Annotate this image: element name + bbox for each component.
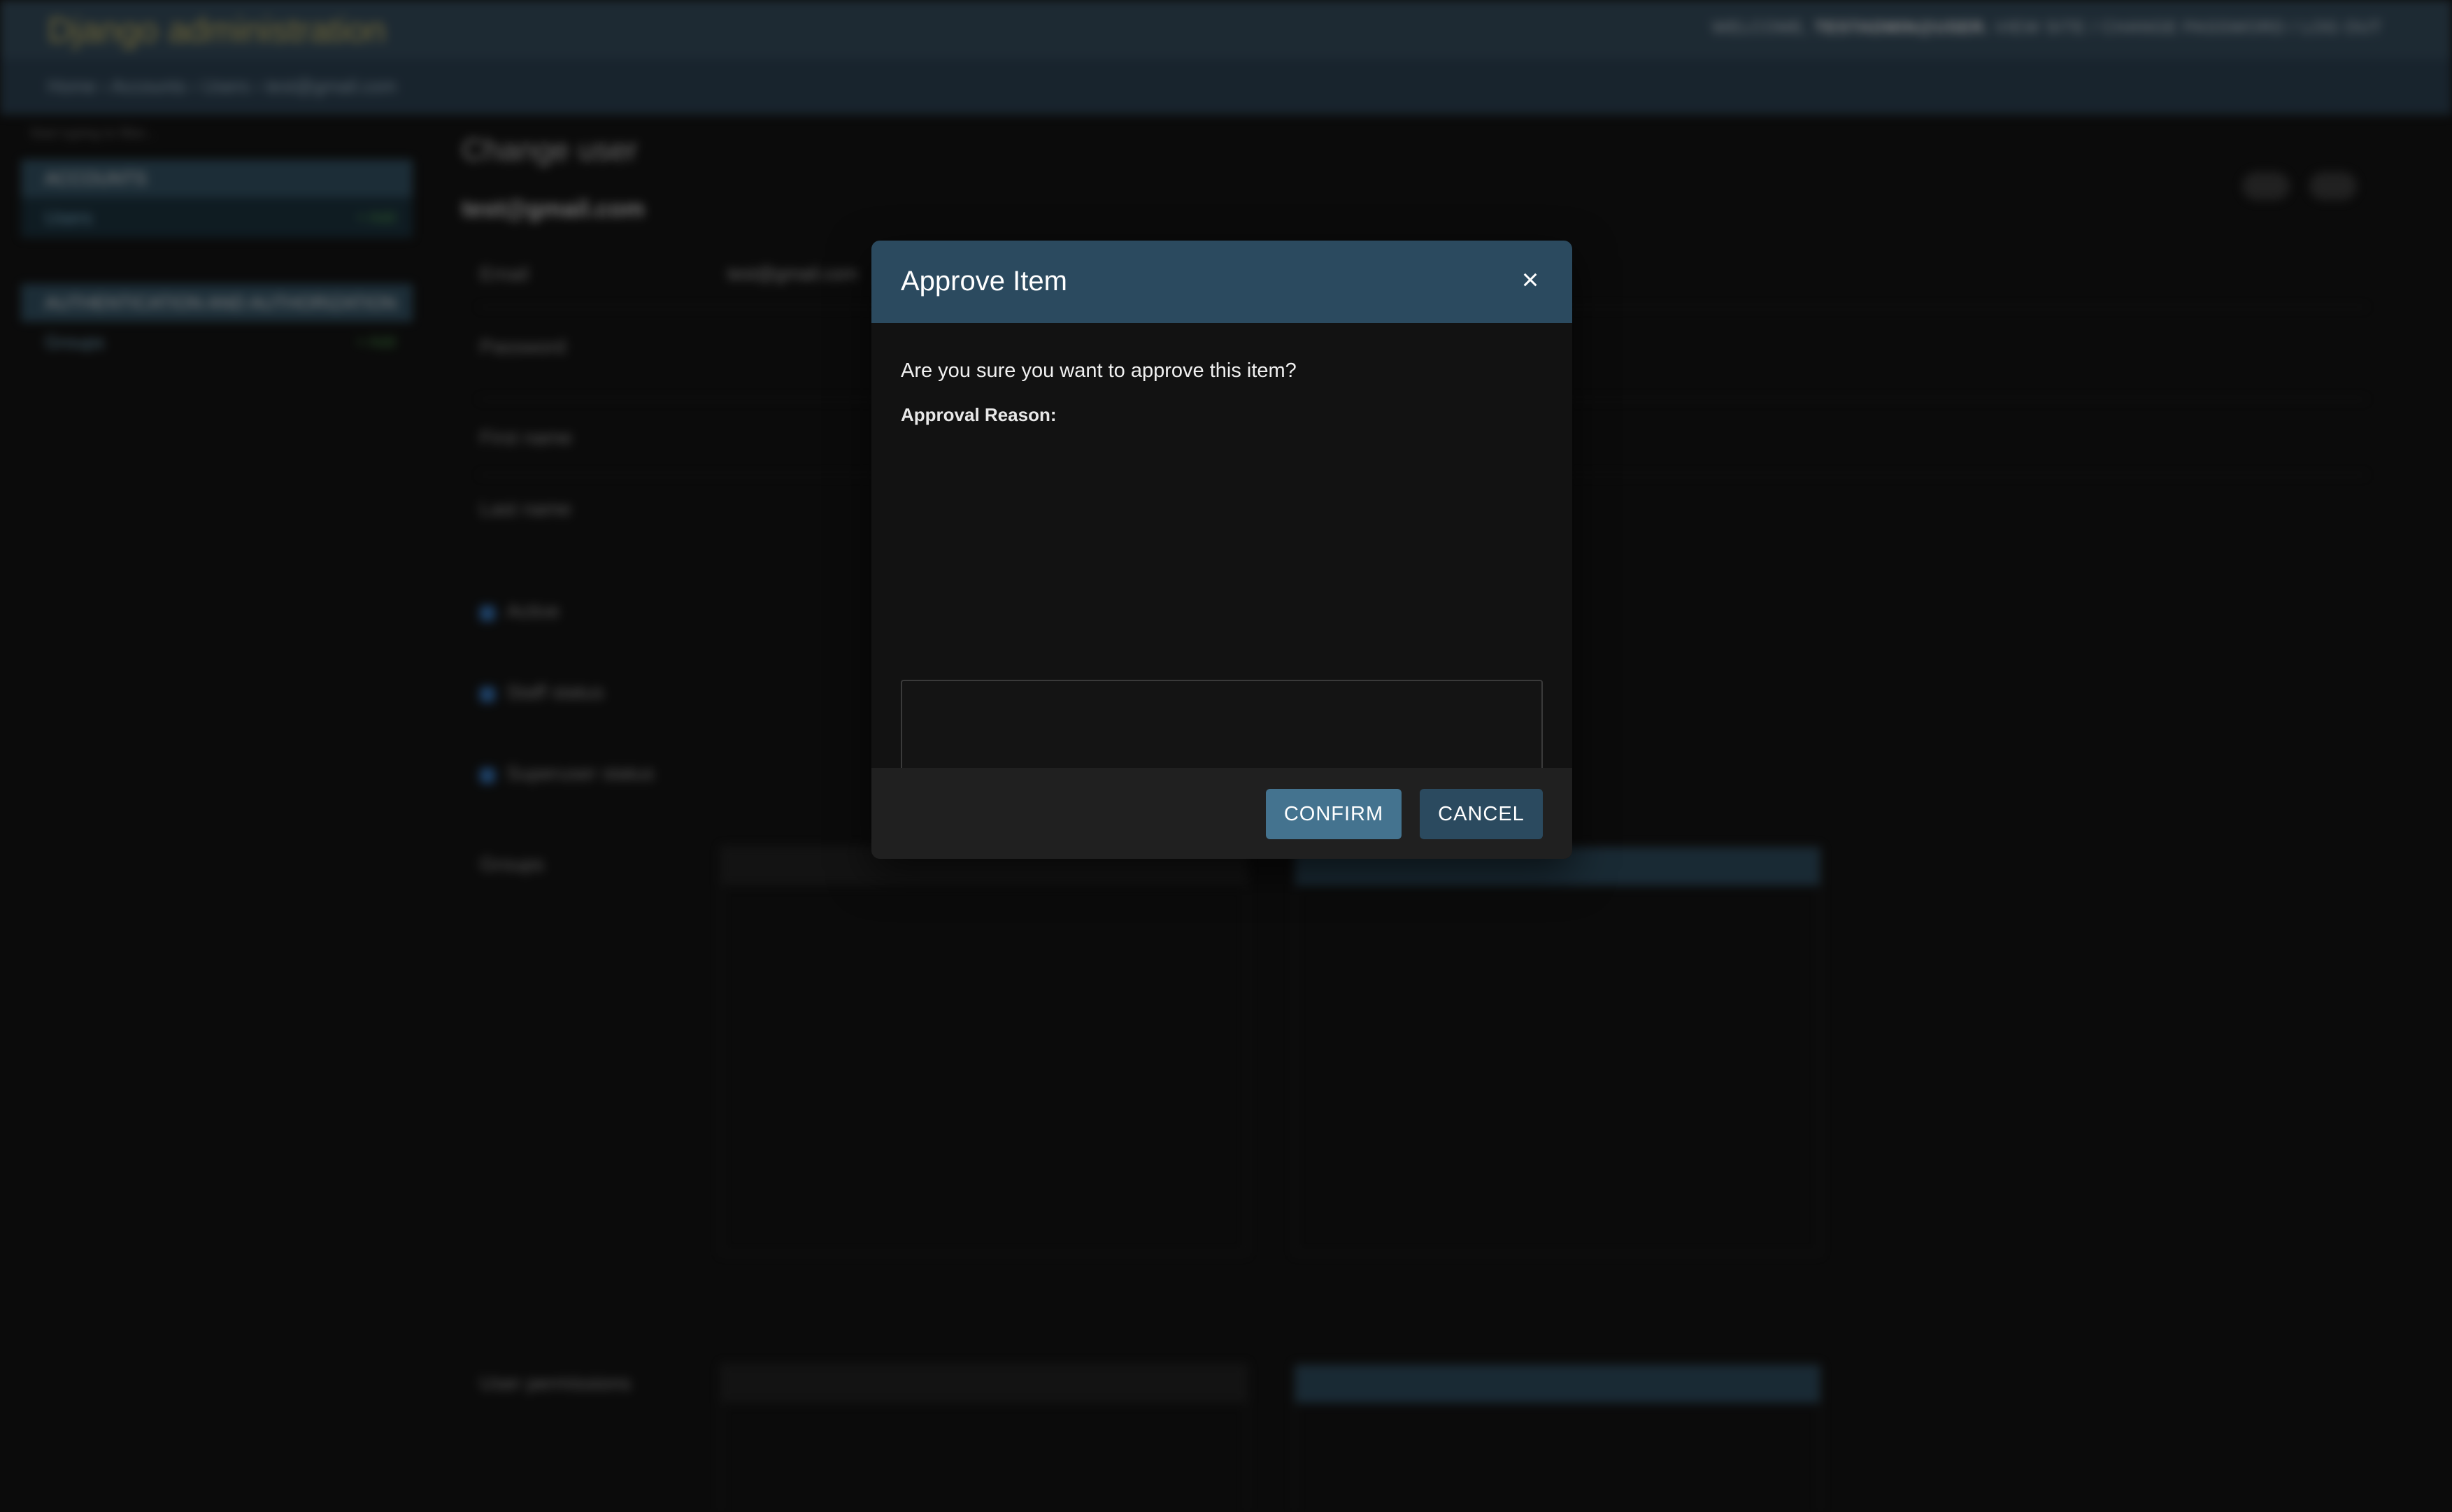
welcome-text: WELCOME, [1712,18,1809,37]
confirmation-question: Are you sure you want to approve this it… [901,359,1297,382]
site-title: Django administration [48,10,386,50]
permissions-label: User permissions [480,1372,632,1394]
add-user-link: + Add [356,208,396,226]
breadcrumbs: Home › Accounts › Users › test@gmail.com [48,76,397,97]
history-button [2241,172,2290,200]
email-value: test@gmail.com [727,263,858,284]
view-on-site-button [2309,172,2357,200]
superuser-label: Superuser status [506,762,655,784]
groups-label: Groups [480,853,544,875]
cancel-button[interactable]: CANCEL [1420,789,1543,839]
approve-item-modal: Approve Item × Are you sure you want to … [871,241,1572,859]
username: TESTADMIN@USER. [1814,18,1990,37]
page-title: Change user [462,133,638,167]
module-accounts-caption: ACCOUNTS [21,159,413,197]
sidebar-item-label: Groups [45,331,105,352]
user-tools: WELCOME, TESTADMIN@USER. VIEW SITE / CHA… [1712,18,2382,38]
staff-checkbox [480,687,495,702]
first-name-label: First name [480,427,573,448]
available-permissions-box [720,1364,1248,1512]
chosen-groups-box [1294,846,1821,1255]
superuser-checkbox [480,768,495,783]
staff-label: Staff status [506,681,604,703]
object-tools [2225,172,2357,204]
object-title: test@gmail.com [462,196,645,222]
available-permissions-header [722,1365,1246,1403]
modal-header: Approve Item × [871,241,1572,323]
nav-sidebar: Start typing to filter... ACCOUNTS Users… [21,126,413,1511]
user-links: VIEW SITE / CHANGE PASSWORD / LOG OUT [1995,18,2382,37]
available-groups-box [720,846,1248,1255]
admin-header: Django administration WELCOME, TESTADMIN… [0,0,2452,59]
last-name-label: Last name [480,498,571,520]
email-label: Email [480,263,529,285]
sidebar-item-groups: Groups + Add [21,322,413,362]
active-checkbox [480,606,495,621]
sidebar-filter-input: Start typing to filter... [29,126,157,141]
modal-footer: CONFIRM CANCEL [871,768,1572,859]
sidebar-item-users: Users + Add [21,197,413,238]
password-label: Password [480,336,566,357]
sidebar-item-label: Users [45,207,92,228]
approval-reason-label: Approval Reason: [901,404,1057,425]
chosen-permissions-box [1294,1364,1821,1512]
close-icon[interactable]: × [1515,264,1546,295]
active-label: Active [506,600,560,622]
chosen-permissions-header [1295,1365,1820,1403]
breadcrumbs-bar: Home › Accounts › Users › test@gmail.com [0,59,2452,115]
add-group-link: + Add [356,333,396,350]
modal-title: Approve Item [901,266,1067,297]
module-auth-caption: AUTHENTICATION AND AUTHORIZATION [21,284,413,322]
confirm-button[interactable]: CONFIRM [1266,789,1402,839]
